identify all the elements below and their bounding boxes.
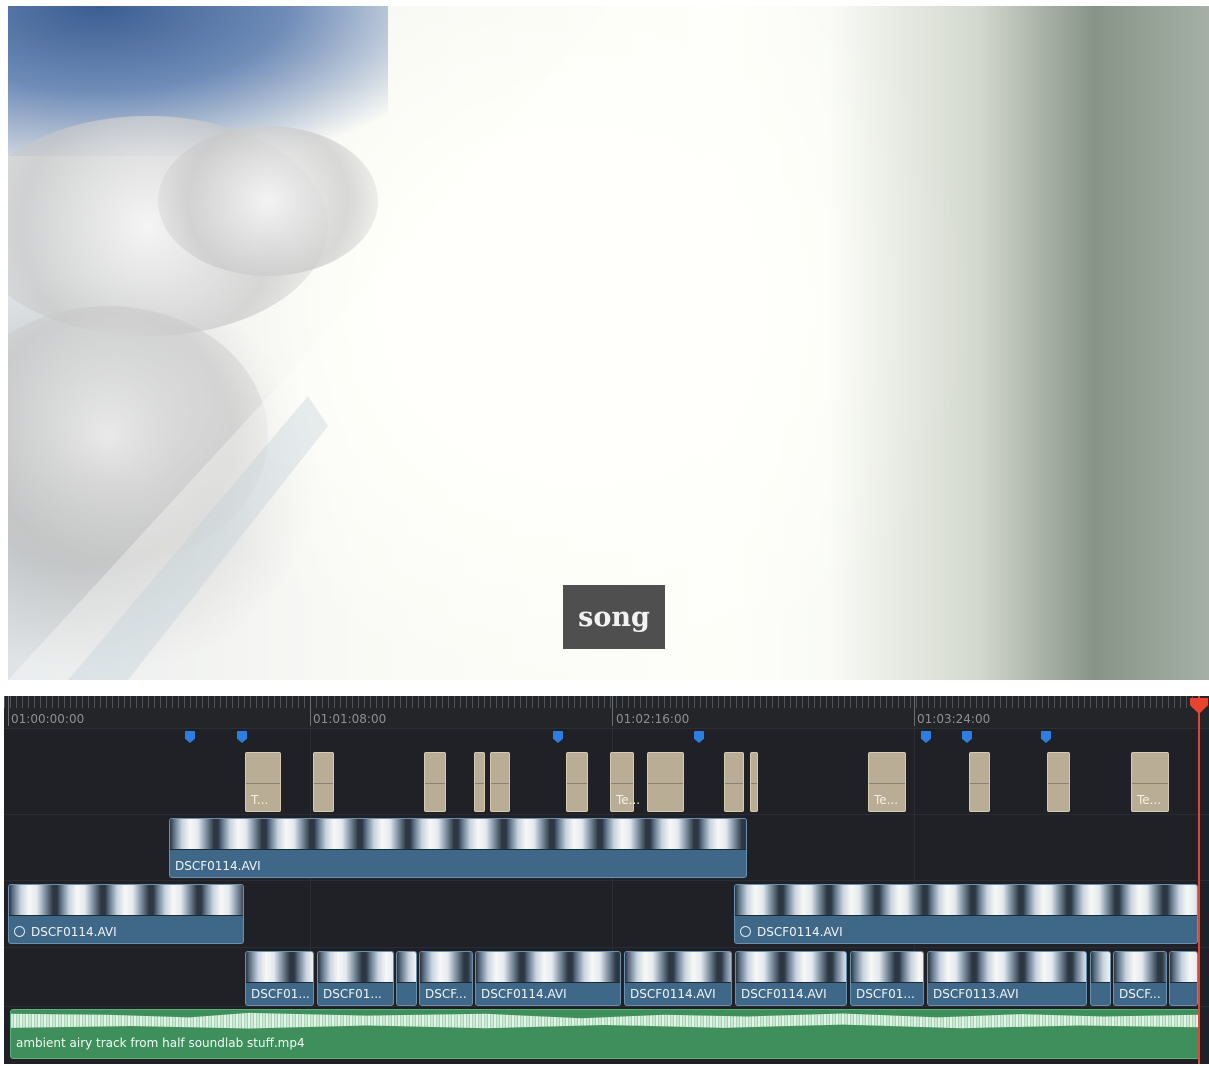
video-clip[interactable]: DSCF0114.AVI — [624, 951, 732, 1006]
clip-thumbnails — [246, 952, 313, 983]
ruler-major-tick — [8, 696, 9, 726]
timeline-marker[interactable] — [921, 731, 931, 743]
video-clip[interactable]: DSCF0114.AVI — [734, 884, 1198, 944]
video-clip[interactable]: DSCF0113.AVI — [927, 951, 1087, 1006]
clip-thumbnails — [736, 952, 846, 983]
track-separator — [4, 947, 1209, 948]
retime-speed-icon — [740, 926, 751, 937]
title-clip-label: T... — [251, 793, 269, 807]
clip-thumbnails — [1114, 952, 1166, 983]
clip-label: DSCF0114.AVI — [481, 987, 567, 1001]
clip-label: DSCF... — [425, 987, 467, 1001]
timeline-marker[interactable] — [962, 731, 972, 743]
video-clip[interactable]: DSCF01... — [245, 951, 314, 1006]
title-clip[interactable] — [313, 752, 334, 812]
clip-thumbnails — [420, 952, 472, 983]
clip-thumbnails — [625, 952, 731, 983]
title-clip-label: Te... — [1137, 793, 1162, 807]
video-clip[interactable]: DSCF... — [1113, 951, 1167, 1006]
track-separator — [4, 880, 1209, 881]
title-clip-label: Te... — [874, 793, 899, 807]
title-clip[interactable] — [724, 752, 744, 812]
title-clip[interactable]: T... — [245, 752, 281, 812]
timeline-marker[interactable] — [237, 731, 247, 743]
title-clip[interactable] — [490, 752, 510, 812]
ruler-major-tick — [612, 696, 613, 726]
title-clip-label: Te... — [616, 793, 641, 807]
clip-label: DSCF0114.AVI — [630, 987, 716, 1001]
clip-thumbnails — [9, 885, 243, 916]
video-clip[interactable]: DSCF... — [419, 951, 473, 1006]
title-clip[interactable] — [566, 752, 588, 812]
ruler-major-tick — [914, 696, 915, 726]
track-separator — [4, 814, 1209, 815]
audio-waveform — [11, 1012, 1199, 1029]
clip-label: DSCF01... — [323, 987, 382, 1001]
clip-thumbnails — [1091, 952, 1110, 983]
video-clip[interactable]: DSCF0114.AVI — [169, 818, 747, 878]
ruler-ticks — [4, 696, 1199, 708]
video-clip[interactable]: DSCF0114.AVI — [735, 951, 847, 1006]
video-clip[interactable] — [1169, 951, 1198, 1006]
timecode-label: 01:03:24:00 — [917, 712, 991, 726]
timeline-marker[interactable] — [553, 731, 563, 743]
clip-thumbnails — [928, 952, 1086, 983]
clip-label: DSCF01... — [251, 987, 310, 1001]
clip-label: DSCF0114.AVI — [14, 925, 117, 939]
clip-label: DSCF0114.AVI — [741, 987, 827, 1001]
timecode-label: 01:02:16:00 — [616, 712, 690, 726]
retime-speed-icon — [14, 926, 25, 937]
timeline-marker[interactable] — [185, 731, 195, 743]
video-clip[interactable] — [396, 951, 417, 1006]
timecode-label: 01:01:08:00 — [313, 712, 387, 726]
building-wall — [829, 6, 1209, 680]
title-clip[interactable] — [969, 752, 990, 812]
clip-label: DSCF01... — [856, 987, 915, 1001]
clip-thumbnails — [735, 885, 1197, 916]
clip-label: DSCF0114.AVI — [175, 859, 261, 873]
clip-thumbnails — [1170, 952, 1197, 983]
title-clip[interactable]: Te... — [610, 752, 640, 812]
clip-thumbnails — [476, 952, 620, 983]
title-clip[interactable] — [474, 752, 485, 812]
clip-thumbnails — [318, 952, 393, 983]
title-clip[interactable]: Te... — [868, 752, 906, 812]
video-clip[interactable] — [1090, 951, 1111, 1006]
title-clip[interactable]: Te... — [1131, 752, 1169, 812]
clip-label: ambient airy track from half soundlab st… — [16, 1036, 305, 1050]
title-clip[interactable] — [424, 752, 446, 812]
timeline-marker[interactable] — [1041, 731, 1051, 743]
video-viewer[interactable]: song — [8, 6, 1209, 680]
clip-thumbnails — [851, 952, 923, 983]
video-clip[interactable]: DSCF01... — [850, 951, 924, 1006]
timeline-ruler[interactable]: 01:00:00:00 01:01:08:00 01:02:16:00 01:0… — [4, 696, 1209, 729]
ruler-major-tick — [310, 696, 311, 726]
clip-label: DSCF0114.AVI — [740, 925, 843, 939]
title-clip[interactable] — [750, 752, 758, 812]
clip-label: DSCF... — [1119, 987, 1161, 1001]
clip-label: DSCF0113.AVI — [933, 987, 1019, 1001]
track-separator — [4, 1006, 1209, 1007]
playhead-line[interactable] — [1198, 696, 1200, 1064]
video-clip[interactable]: DSCF0114.AVI — [8, 884, 244, 944]
video-clip[interactable]: DSCF0114.AVI — [475, 951, 621, 1006]
video-clip[interactable]: DSCF01... — [317, 951, 394, 1006]
clip-thumbnails — [170, 819, 746, 850]
clip-thumbnails — [397, 952, 416, 983]
title-overlay: song — [563, 585, 665, 649]
timeline-marker[interactable] — [694, 731, 704, 743]
timecode-label: 01:00:00:00 — [11, 712, 85, 726]
timeline-panel[interactable]: 01:00:00:00 01:01:08:00 01:02:16:00 01:0… — [4, 696, 1209, 1064]
title-clip[interactable] — [647, 752, 684, 812]
title-clip[interactable] — [1047, 752, 1070, 812]
audio-clip[interactable]: ambient airy track from half soundlab st… — [10, 1009, 1200, 1059]
